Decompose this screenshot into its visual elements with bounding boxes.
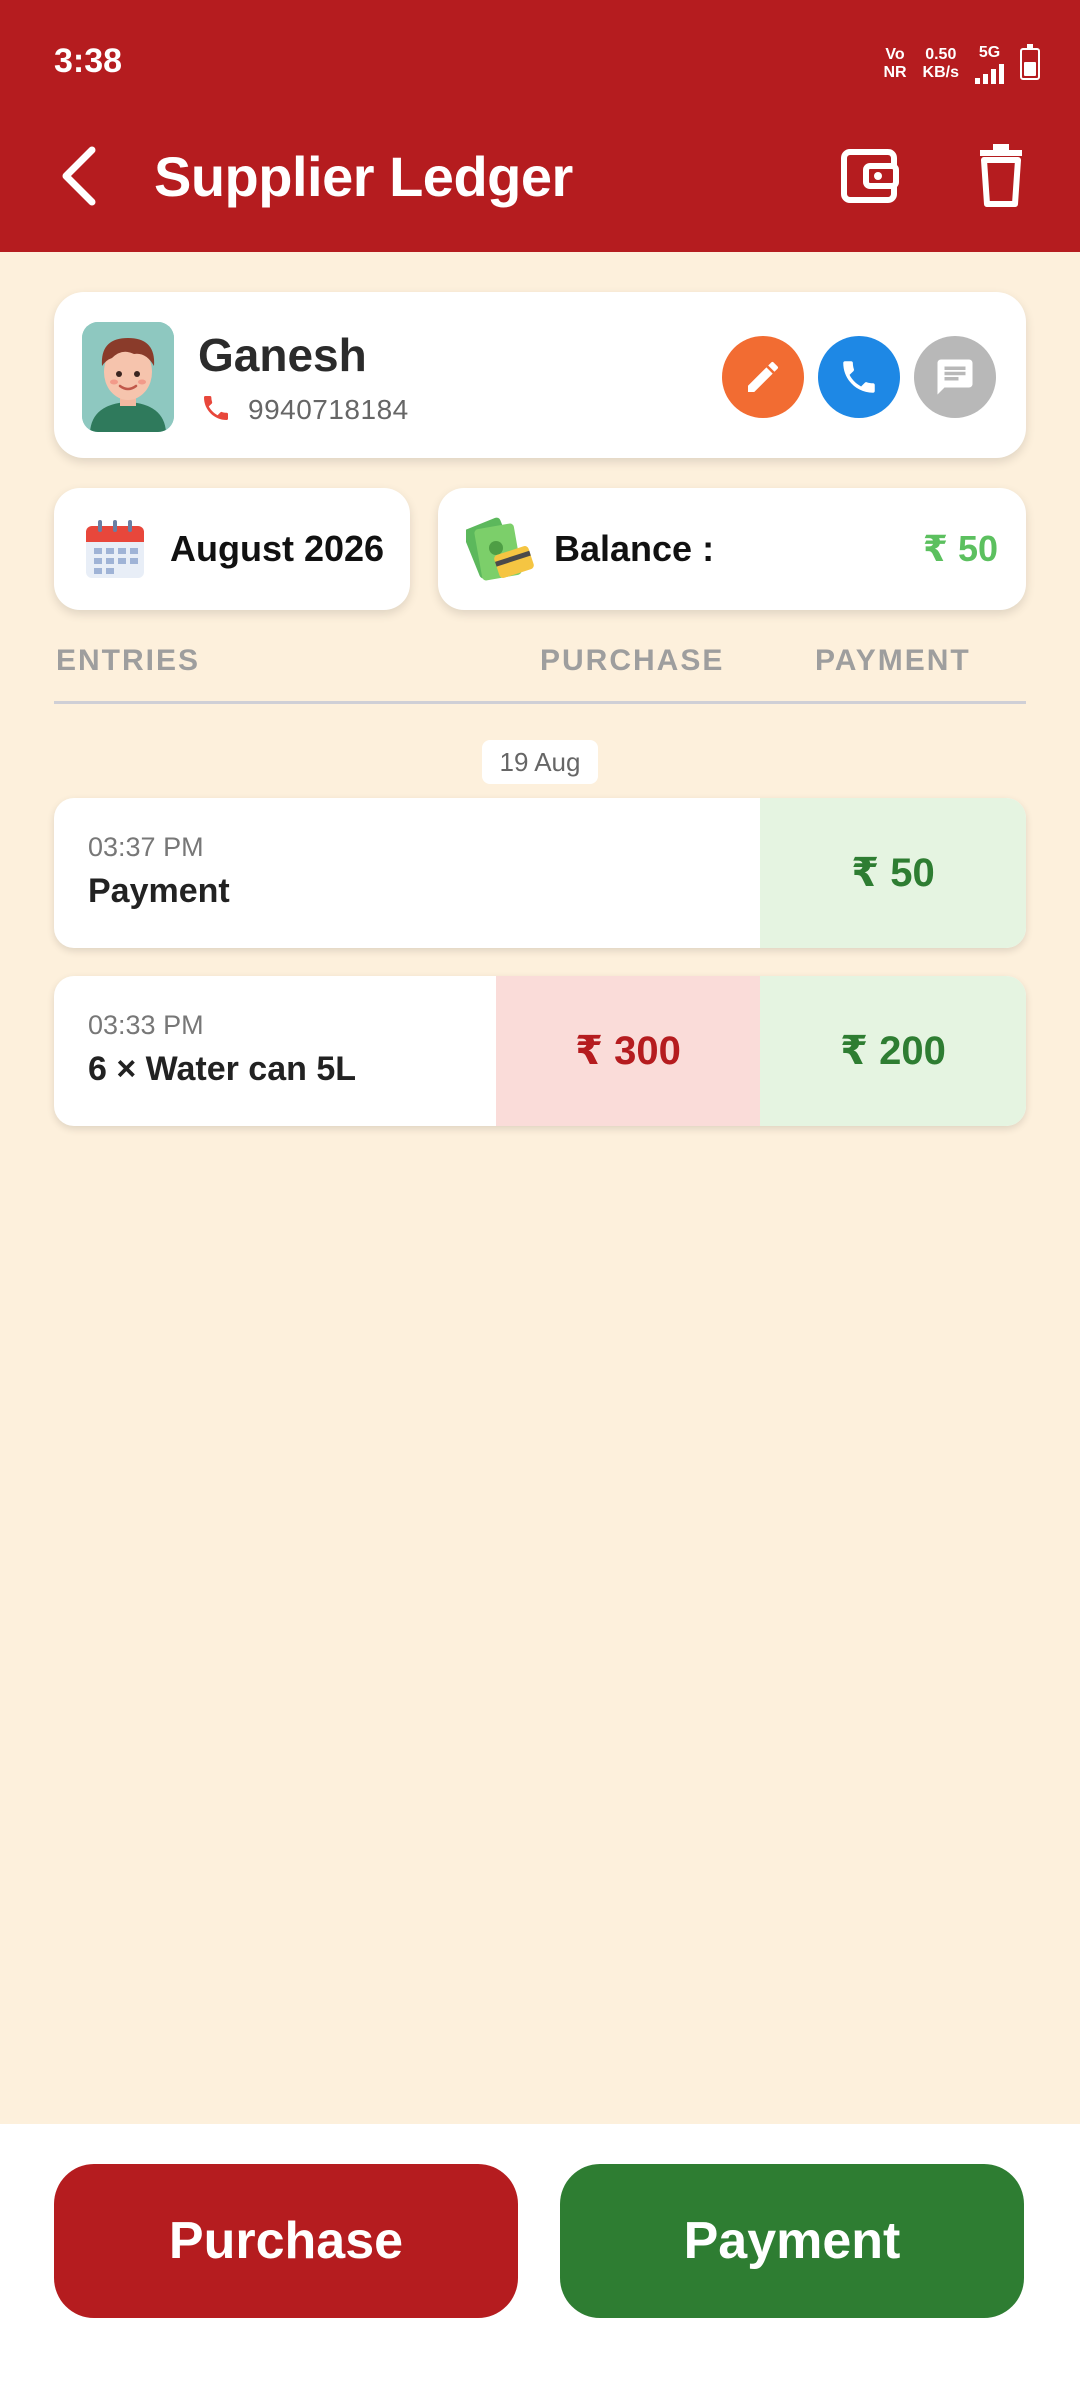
column-header-entries: ENTRIES [56,644,201,677]
entry-payment-amount: ₹ 50 [760,798,1026,948]
bottom-action-bar: Purchase Payment [0,2124,1080,2408]
app-bar: 3:38 Vo NR 0.50 KB/s 5G Supplier Ledger [0,0,1080,252]
signal-bars-icon [975,62,1004,84]
balance-value: ₹ 50 [922,528,998,569]
message-icon [937,359,973,395]
avatar [82,322,174,432]
back-button[interactable] [52,140,112,212]
entry-title: 6 × Water can 5L [88,1050,357,1088]
calendar-icon [86,520,144,578]
supplier-card: Ganesh 9940718184 [54,292,1026,458]
status-time: 3:38 [54,42,123,80]
wallet-icon [841,149,899,203]
wallet-button[interactable] [838,144,902,208]
battery-icon [1020,44,1040,80]
add-purchase-button[interactable]: Purchase [54,2164,518,2318]
edit-supplier-button[interactable] [722,336,804,418]
delete-button[interactable] [974,144,1028,208]
column-header-payment: PAYMENT [815,644,971,677]
phone-icon [204,396,228,420]
balance-label: Balance : [554,528,715,569]
month-label: August 2026 [170,528,385,569]
supplier-phone: 9940718184 [248,394,409,425]
column-header-purchase: PURCHASE [540,644,725,677]
money-card-icon [466,517,534,581]
arrow-back-icon [62,146,96,206]
month-selector[interactable]: August 2026 [54,488,410,610]
supplier-name: Ganesh [198,329,367,381]
entry-title: Payment [88,872,230,910]
status-icons: Vo NR 0.50 KB/s 5G [883,44,1040,84]
phone-icon [843,361,875,393]
header-divider [54,701,1026,704]
date-group-label: 19 Aug [482,740,598,784]
balance-card: Balance : ₹ 50 [438,488,1026,610]
signal-indicator: 5G [975,44,1004,84]
entry-time: 03:33 PM [88,1010,204,1040]
network-type: Vo NR [883,46,907,81]
pencil-icon [748,361,778,392]
entry-payment-amount: ₹ 200 [760,976,1026,1126]
message-button[interactable] [914,336,996,418]
add-payment-button[interactable]: Payment [560,2164,1024,2318]
ledger-entry[interactable]: 03:33 PM 6 × Water can 5L ₹ 300 ₹ 200 [54,976,1026,1126]
call-button[interactable] [818,336,900,418]
entry-purchase-amount: ₹ 300 [496,976,760,1126]
delete-icon [980,144,1022,207]
page-title: Supplier Ledger [154,145,573,208]
network-speed: 0.50 KB/s [922,46,959,81]
entry-time: 03:37 PM [88,832,204,862]
person-avatar-icon [82,322,174,432]
ledger-entry[interactable]: 03:37 PM Payment ₹ 50 [54,798,1026,948]
